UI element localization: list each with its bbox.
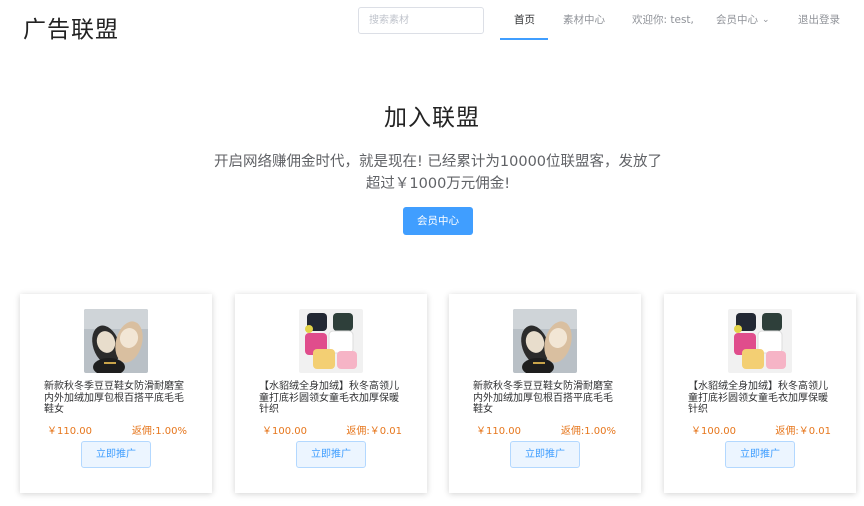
nav-materials[interactable]: 素材中心: [563, 12, 605, 27]
nav-member-center[interactable]: 会员中心 ⌄: [716, 12, 770, 27]
nav-home[interactable]: 首页: [514, 12, 535, 27]
product-title[interactable]: 【水貂绒全身加绒】秋冬高领儿童打底衫圆领女童毛衣加厚保暖针织: [688, 381, 834, 416]
member-center-button[interactable]: 会员中心: [403, 207, 473, 235]
product-commission: 返佣:￥0.01: [775, 426, 831, 437]
product-card: 【水貂绒全身加绒】秋冬高领儿童打底衫圆领女童毛衣加厚保暖针织 ￥100.00 返…: [664, 294, 856, 493]
chevron-down-icon: ⌄: [762, 15, 770, 25]
hero-description: 开启网络赚佣金时代，就是现在! 已经累计为10000位联盟客，发放了超过￥100…: [213, 154, 663, 192]
product-image-sweaters[interactable]: [728, 309, 792, 373]
product-image-sweaters[interactable]: [299, 309, 363, 373]
product-title[interactable]: 新款秋冬季豆豆鞋女防滑耐磨室内外加绒加厚包根百搭平底毛毛鞋女: [473, 381, 619, 416]
nav-member-label: 会员中心: [716, 14, 758, 26]
hero-title: 加入联盟: [384, 105, 480, 131]
search-input[interactable]: [358, 7, 484, 34]
product-title[interactable]: 新款秋冬季豆豆鞋女防滑耐磨室内外加绒加厚包根百搭平底毛毛鞋女: [44, 381, 190, 416]
promote-button[interactable]: 立即推广: [510, 441, 580, 468]
product-image-shoes[interactable]: [513, 309, 577, 373]
product-commission: 返佣:1.00%: [131, 426, 187, 437]
product-price: ￥100.00: [691, 426, 736, 437]
top-header: 广告联盟 首页 素材中心 欢迎你: test, 会员中心 ⌄ 退出登录: [0, 0, 864, 44]
product-title[interactable]: 【水貂绒全身加绒】秋冬高领儿童打底衫圆领女童毛衣加厚保暖针织: [259, 381, 405, 416]
promote-button[interactable]: 立即推广: [725, 441, 795, 468]
welcome-text: 欢迎你: test,: [632, 14, 694, 26]
product-card: 新款秋冬季豆豆鞋女防滑耐磨室内外加绒加厚包根百搭平底毛毛鞋女 ￥110.00 返…: [449, 294, 641, 493]
product-commission: 返佣:1.00%: [560, 426, 616, 437]
product-price: ￥100.00: [262, 426, 307, 437]
product-price: ￥110.00: [47, 426, 92, 437]
product-card: 【水貂绒全身加绒】秋冬高领儿童打底衫圆领女童毛衣加厚保暖针织 ￥100.00 返…: [235, 294, 427, 493]
nav-active-indicator: [500, 38, 548, 40]
product-commission: 返佣:￥0.01: [346, 426, 402, 437]
promote-button[interactable]: 立即推广: [81, 441, 151, 468]
product-price: ￥110.00: [476, 426, 521, 437]
site-logo[interactable]: 广告联盟: [23, 10, 119, 44]
product-card: 新款秋冬季豆豆鞋女防滑耐磨室内外加绒加厚包根百搭平底毛毛鞋女 ￥110.00 返…: [20, 294, 212, 493]
promote-button[interactable]: 立即推广: [296, 441, 366, 468]
nav-logout[interactable]: 退出登录: [798, 12, 840, 27]
product-image-shoes[interactable]: [84, 309, 148, 373]
